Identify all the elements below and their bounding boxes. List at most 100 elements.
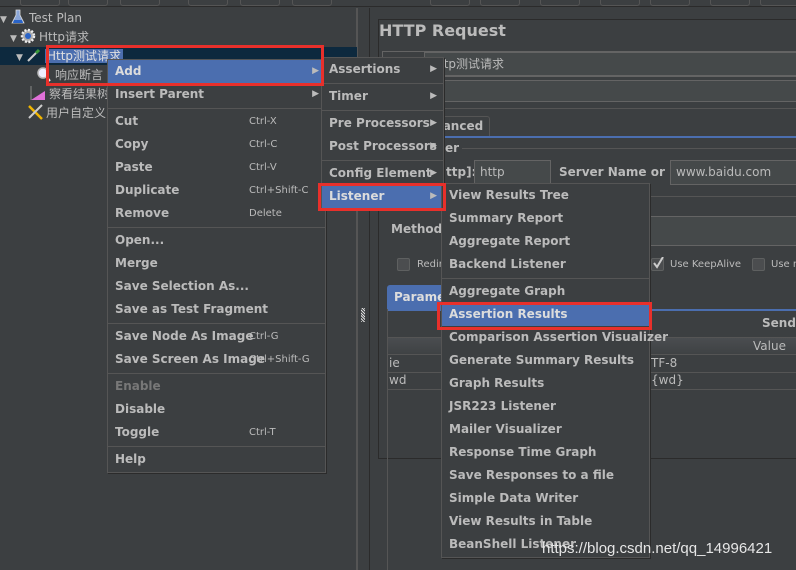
param-value-cell[interactable]: TF-8 [651, 356, 677, 370]
menu-item-response-time-graph[interactable]: Response Time Graph [442, 441, 649, 464]
multipart-checkbox[interactable] [752, 258, 765, 271]
menu-item-open[interactable]: Open... [108, 229, 325, 252]
keepalive-checkbox[interactable] [651, 257, 664, 271]
shortcut-label: Ctrl+Shift-C [249, 185, 309, 196]
toolbar-button[interactable] [760, 0, 796, 6]
tree-item-view-results-tree[interactable]: 察看结果树 [30, 85, 109, 103]
menu-item-save-selection[interactable]: Save Selection As... [108, 275, 325, 298]
expand-arrow-icon[interactable]: ▼ [0, 11, 10, 29]
menu-separator [108, 373, 325, 374]
menu-item-backend-listener[interactable]: Backend Listener [442, 253, 649, 276]
redirect-checkbox[interactable] [397, 258, 410, 271]
toolbar-button[interactable] [240, 0, 280, 6]
menu-item-graph-results[interactable]: Graph Results [442, 372, 649, 395]
protocol-label: ttp]: [446, 165, 477, 179]
toolbar-button[interactable] [430, 0, 470, 6]
menu-item-comparison-assertion-visualizer[interactable]: Comparison Assertion Visualizer [442, 326, 668, 349]
menu-item-generate-summary-results[interactable]: Generate Summary Results [442, 349, 649, 372]
menu-item-cut[interactable]: Cut Ctrl-X [108, 110, 325, 133]
menu-item-timer[interactable]: Timer ▶ [322, 85, 443, 108]
section-label: er [445, 141, 460, 155]
submenu-arrow-icon: ▶ [430, 64, 437, 74]
tab-underline [382, 136, 796, 138]
submenu-arrow-icon: ▶ [312, 89, 319, 99]
menu-item-save-screen-image[interactable]: Save Screen As Image Ctrl+Shift-G [108, 348, 325, 371]
param-name-cell[interactable]: ie [389, 356, 400, 370]
toolbar-button[interactable] [710, 0, 750, 6]
menu-separator [108, 108, 325, 109]
submenu-arrow-icon: ▶ [430, 191, 437, 201]
menu-item-add[interactable]: Add ▶ [108, 60, 325, 83]
menu-item-save-node-image[interactable]: Save Node As Image Ctrl-G [108, 325, 325, 348]
menu-item-mailer-visualizer[interactable]: Mailer Visualizer [442, 418, 649, 441]
menu-item-simple-data-writer[interactable]: Simple Data Writer [442, 487, 649, 510]
shortcut-label: Ctrl+Shift-G [249, 354, 310, 365]
splitter-grip-icon[interactable] [361, 308, 365, 322]
table-border [387, 309, 388, 570]
menu-item-paste[interactable]: Paste Ctrl-V [108, 156, 325, 179]
menu-item-save-test-fragment[interactable]: Save as Test Fragment [108, 298, 325, 321]
value-column-header[interactable]: Value [753, 339, 786, 353]
tree-item-thread-group[interactable]: ▼ Http请求 [10, 28, 89, 46]
flask-icon [10, 9, 26, 25]
server-input[interactable]: www.baidu.com [670, 160, 796, 185]
submenu-arrow-icon: ▶ [430, 91, 437, 101]
comments-input[interactable] [424, 80, 796, 102]
menu-item-duplicate[interactable]: Duplicate Ctrl+Shift-C [108, 179, 325, 202]
protocol-input[interactable]: http [474, 160, 551, 185]
param-name-cell[interactable]: wd [389, 373, 406, 387]
menu-item-config-element[interactable]: Config Element ▶ [322, 162, 443, 185]
expand-arrow-icon[interactable]: ▼ [10, 30, 20, 48]
gear-icon [20, 28, 36, 44]
menu-item-summary-report[interactable]: Summary Report [442, 207, 649, 230]
toolbar-button[interactable] [540, 0, 580, 6]
tree-item-label: Http请求 [39, 30, 90, 44]
toolbar-button[interactable] [480, 0, 520, 6]
menu-item-view-results-table[interactable]: View Results in Table [442, 510, 649, 533]
shortcut-label: Ctrl-X [249, 116, 277, 127]
menu-item-merge[interactable]: Merge [108, 252, 325, 275]
menu-item-remove[interactable]: Remove Delete [108, 202, 325, 225]
menu-item-aggregate-report[interactable]: Aggregate Report [442, 230, 649, 253]
toolbar-button[interactable] [188, 0, 228, 6]
tree-item-response-assertion[interactable]: 响应断言 [36, 66, 103, 84]
toolbar-button[interactable] [600, 0, 640, 6]
menu-item-save-responses[interactable]: Save Responses to a file [442, 464, 649, 487]
menu-item-copy[interactable]: Copy Ctrl-C [108, 133, 325, 156]
path-input[interactable] [646, 216, 796, 246]
server-label: Server Name or IP: [559, 165, 688, 179]
toolbar-button[interactable] [20, 0, 60, 6]
menu-item-assertion-results[interactable]: Assertion Results [442, 303, 649, 326]
menu-item-toggle[interactable]: Toggle Ctrl-T [108, 421, 325, 444]
menu-item-view-results-tree[interactable]: View Results Tree [442, 184, 649, 207]
toolbar-button[interactable] [120, 0, 160, 6]
menu-item-jsr223-listener[interactable]: JSR223 Listener [442, 395, 649, 418]
shortcut-label: Ctrl-G [249, 331, 279, 342]
expand-arrow-icon[interactable]: ▼ [16, 49, 26, 67]
menu-item-enable: Enable [115, 379, 161, 393]
menu-item-aggregate-graph[interactable]: Aggregate Graph [442, 280, 649, 303]
tree-item-user-defined[interactable]: 用户自定义 [27, 104, 106, 122]
toolbar-button[interactable] [292, 0, 332, 6]
menu-item-help[interactable]: Help [108, 448, 325, 471]
menu-item-post-processors[interactable]: Post Processors ▶ [322, 135, 443, 158]
submenu-arrow-icon: ▶ [312, 66, 319, 76]
menu-item-listener[interactable]: Listener ▶ [322, 185, 443, 208]
add-submenu: Assertions ▶ Timer ▶ Pre Processors ▶ Post … [321, 57, 444, 210]
magnifier-icon [36, 66, 52, 82]
menu-item-insert-parent[interactable]: Insert Parent ▶ [108, 83, 325, 106]
tree-item-label: 响应断言 [55, 68, 104, 82]
tab-parameters[interactable]: Paramet [387, 285, 451, 309]
divider [382, 108, 796, 109]
toolbar-button[interactable] [650, 0, 690, 6]
param-value-cell[interactable]: {wd} [651, 373, 684, 387]
name-input[interactable]: Http测试请求 [424, 52, 796, 76]
menu-item-pre-processors[interactable]: Pre Processors ▶ [322, 112, 443, 135]
menu-item-assertions[interactable]: Assertions ▶ [322, 58, 443, 81]
toolbar-button[interactable] [68, 0, 108, 6]
tree-item-test-plan[interactable]: ▼ Test Plan [0, 9, 82, 27]
menu-item-disable[interactable]: Disable [108, 398, 325, 421]
wrench-icon [27, 104, 43, 120]
panel-title: HTTP Request [379, 21, 506, 40]
shortcut-label: Ctrl-T [249, 427, 276, 438]
